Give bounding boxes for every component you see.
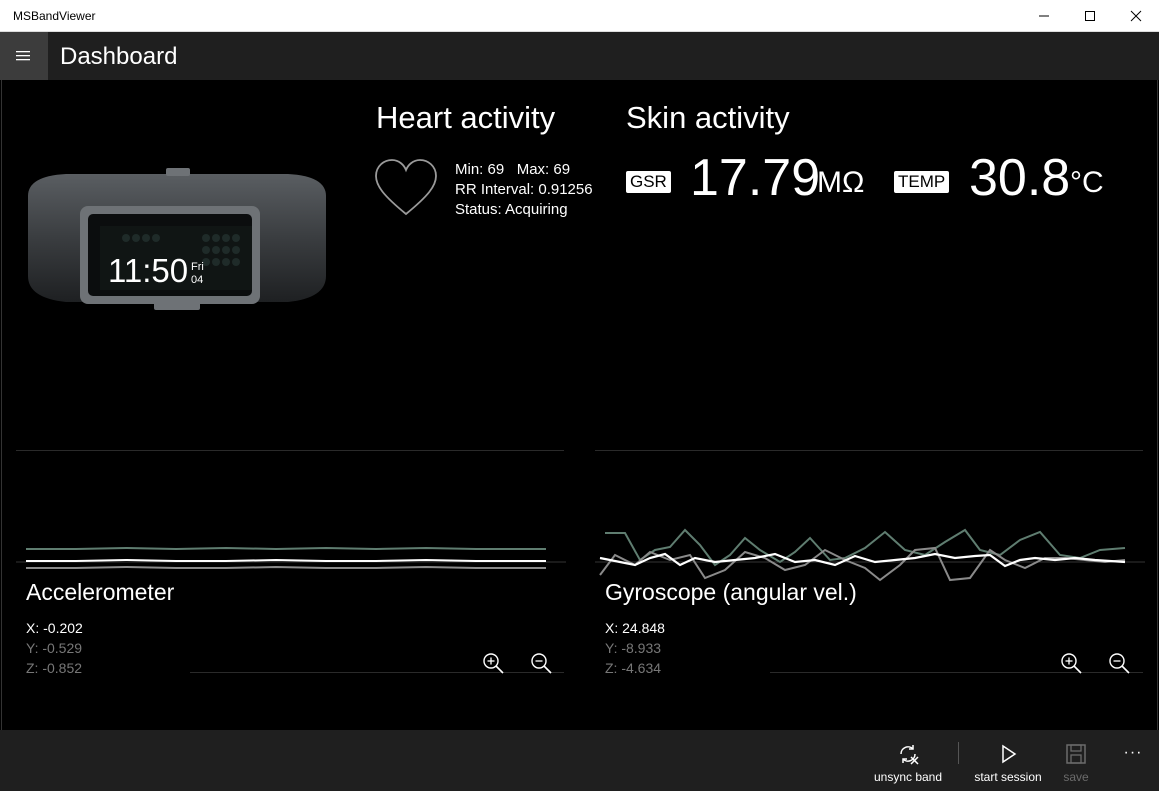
gyroscope-panel-bottom-border xyxy=(770,672,1143,673)
gsr-unit: MΩ xyxy=(817,166,865,199)
accelerometer-y-value: Y: -0.529 xyxy=(26,640,83,656)
minimize-button[interactable] xyxy=(1021,0,1067,32)
window-titlebar: MSBandViewer xyxy=(0,0,1159,32)
gyroscope-zoom-out-button[interactable] xyxy=(1107,651,1131,675)
band-image: 11:50 Fri 04 xyxy=(26,166,328,314)
command-separator xyxy=(958,742,959,764)
maximize-icon xyxy=(1085,11,1095,21)
unsync-band-button[interactable]: unsync band xyxy=(868,730,948,791)
zoom-out-icon xyxy=(531,653,552,674)
save-icon xyxy=(1066,744,1086,764)
accelerometer-x-value: X: -0.202 xyxy=(26,620,83,636)
temp-unit: °C xyxy=(1070,166,1104,199)
start-session-label: start session xyxy=(974,770,1042,784)
command-bar: unsync band start session save ··· xyxy=(0,730,1159,791)
more-options-button[interactable]: ··· xyxy=(1118,730,1148,791)
sync-off-icon xyxy=(900,745,919,765)
accelerometer-x-line xyxy=(26,558,546,562)
skin-activity-title: Skin activity xyxy=(626,100,790,135)
close-icon xyxy=(1130,10,1142,22)
gyroscope-title: Gyroscope (angular vel.) xyxy=(605,579,857,605)
hamburger-button[interactable] xyxy=(0,32,48,80)
page-title: Dashboard xyxy=(60,43,178,70)
gsr-badge: GSR xyxy=(626,171,671,193)
accelerometer-chart xyxy=(16,546,566,569)
band-day: Fri xyxy=(191,261,204,273)
temp-badge: TEMP xyxy=(894,171,950,193)
close-button[interactable] xyxy=(1113,0,1159,32)
start-session-button[interactable]: start session xyxy=(968,730,1048,791)
accelerometer-y-line xyxy=(26,565,546,569)
more-icon: ··· xyxy=(1123,744,1143,761)
save-button[interactable]: save xyxy=(1051,730,1101,791)
gyroscope-zoom-in-button[interactable] xyxy=(1059,651,1083,675)
play-icon xyxy=(1002,744,1017,764)
gyroscope-y-value: Y: -8.933 xyxy=(605,640,662,656)
heart-status: Status: Acquiring xyxy=(455,201,568,218)
heart-stats: Min: 69 Max: 69 RR Interval: 0.91256 Sta… xyxy=(455,160,593,220)
maximize-button[interactable] xyxy=(1067,0,1113,32)
gyroscope-z-value: Z: -4.634 xyxy=(605,660,662,676)
accelerometer-panel-bottom-border xyxy=(190,672,564,673)
heart-icon xyxy=(375,159,437,216)
accelerometer-title: Accelerometer xyxy=(26,579,175,605)
accelerometer-z-value: Z: -0.852 xyxy=(26,660,83,676)
save-label: save xyxy=(1063,770,1089,784)
band-date: 04 xyxy=(191,274,204,286)
app-header: Dashboard xyxy=(0,32,1159,80)
zoom-out-icon xyxy=(1109,653,1130,674)
heart-rr-interval: RR Interval: 0.91256 xyxy=(455,181,593,198)
accelerometer-zoom-in-button[interactable] xyxy=(481,651,505,675)
temp-value: 30.8 xyxy=(969,149,1071,207)
accelerometer-panel-top-border xyxy=(16,450,564,451)
heart-activity-title: Heart activity xyxy=(376,100,556,135)
gsr-value: 17.79 xyxy=(690,149,821,207)
minimize-icon xyxy=(1039,15,1049,17)
gyroscope-panel-top-border xyxy=(595,450,1143,451)
zoom-in-icon xyxy=(1061,653,1082,674)
unsync-band-label: unsync band xyxy=(873,770,943,784)
heart-max: Max: 69 xyxy=(516,161,571,178)
zoom-in-icon xyxy=(483,653,504,674)
heart-min: Min: 69 xyxy=(455,161,505,178)
hamburger-icon xyxy=(16,51,30,61)
accelerometer-z-line xyxy=(26,546,546,551)
gyroscope-x-line xyxy=(599,552,1126,568)
accelerometer-zoom-out-button[interactable] xyxy=(529,651,553,675)
band-time: 11:50 xyxy=(108,252,189,289)
window-title: MSBandViewer xyxy=(13,9,96,23)
gyroscope-x-value: X: 24.848 xyxy=(605,620,665,636)
